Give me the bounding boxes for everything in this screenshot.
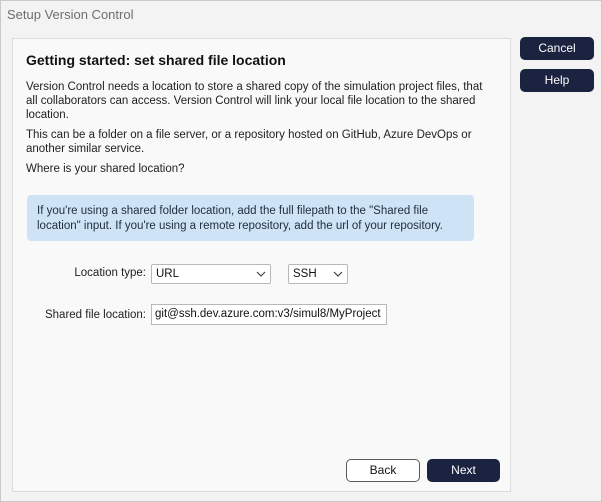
question-text: Where is your shared location? xyxy=(26,163,185,175)
description-paragraph: This can be a folder on a file server, o… xyxy=(26,129,472,155)
back-button[interactable]: Back xyxy=(346,459,420,482)
protocol-value: SSH xyxy=(293,268,317,280)
window-title: Setup Version Control xyxy=(1,1,601,28)
chevron-down-icon xyxy=(256,271,266,277)
cancel-button[interactable]: Cancel xyxy=(520,37,594,60)
shared-location-input[interactable]: git@ssh.dev.azure.com:v3/simul8/MyProjec… xyxy=(151,304,387,325)
location-type-select[interactable]: URL xyxy=(151,264,271,284)
page-title: Getting started: set shared file locatio… xyxy=(26,52,286,68)
content-panel: Getting started: set shared file locatio… xyxy=(12,38,511,492)
location-type-label: Location type: xyxy=(74,267,146,279)
location-type-value: URL xyxy=(156,268,180,280)
intro-paragraph: Version Control needs a location to stor… xyxy=(26,81,483,121)
protocol-select[interactable]: SSH xyxy=(288,264,348,284)
next-button[interactable]: Next xyxy=(427,459,500,482)
setup-dialog: Setup Version Control Getting started: s… xyxy=(0,0,602,502)
info-box: If you're using a shared folder location… xyxy=(27,195,474,241)
shared-location-label: Shared file location: xyxy=(44,309,146,321)
help-button[interactable]: Help xyxy=(520,69,594,92)
chevron-down-icon xyxy=(333,271,343,277)
